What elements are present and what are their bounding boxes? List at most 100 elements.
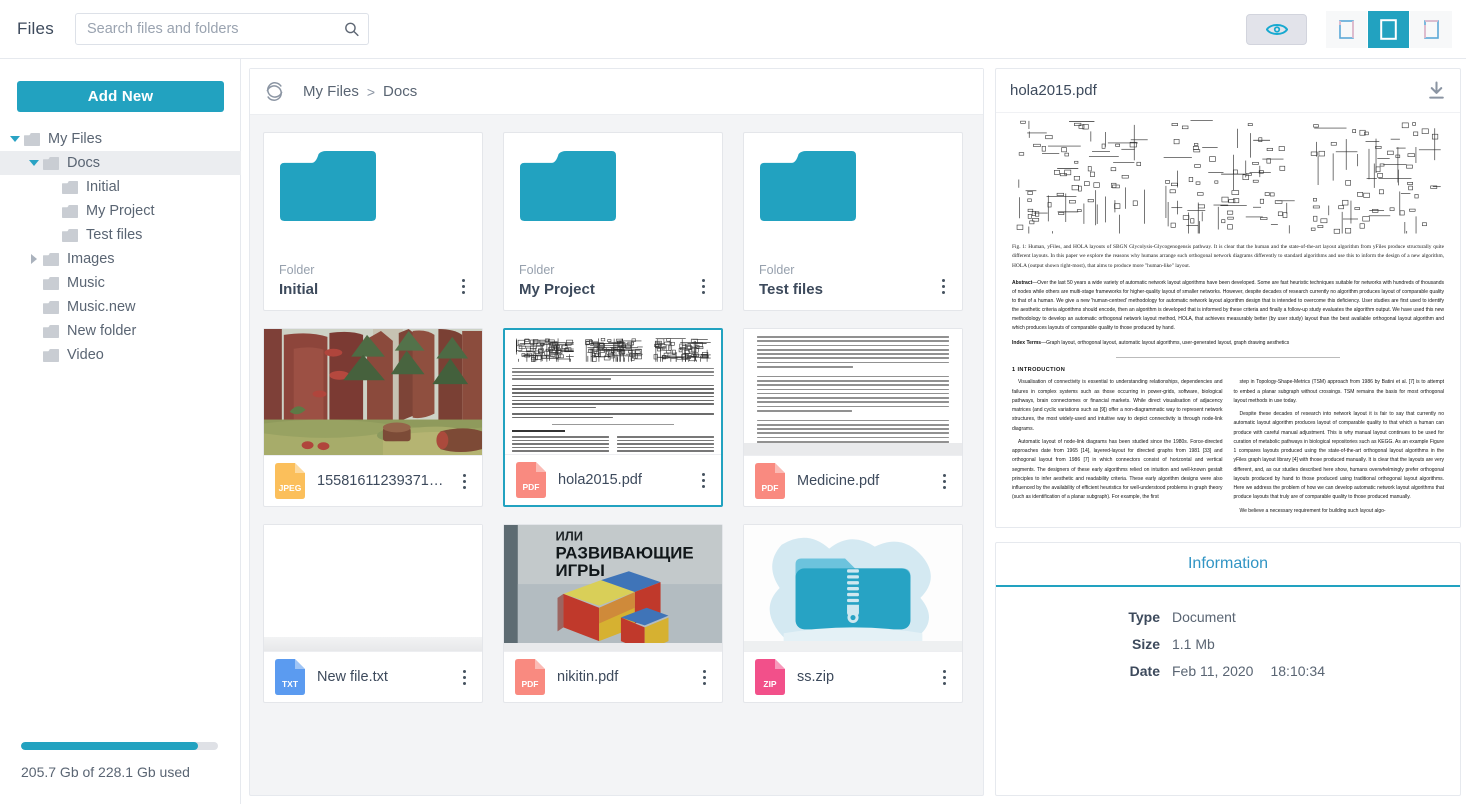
folder-tree: My Files Docs Initial My Project Test files I…	[0, 127, 241, 367]
chevron-down-icon	[10, 136, 20, 142]
information-rows: Type Document Size 1.1 Mb Date Feb 11, 2020 18…	[996, 587, 1460, 679]
information-header: Information	[996, 543, 1460, 587]
sidebar-item-label: Music.new	[67, 299, 136, 315]
file-browser-pane: My Files > Docs Folder Initial Folder My Proj…	[249, 68, 984, 796]
file-name: Medicine.pdf	[797, 473, 924, 489]
preview-file-name: hola2015.pdf	[1010, 82, 1427, 99]
kebab-menu-icon[interactable]	[455, 276, 471, 296]
breadcrumb-item-docs[interactable]: Docs	[383, 83, 417, 100]
search-input[interactable]	[75, 13, 369, 45]
sidebar-item-label: Images	[67, 251, 115, 267]
search-box[interactable]	[75, 13, 369, 45]
file-card[interactable]: ZIP ss.zip	[743, 524, 963, 703]
file-thumbnail	[264, 329, 482, 456]
add-new-button[interactable]: Add New	[17, 81, 224, 112]
folder-meta: Folder Test files	[759, 263, 823, 298]
sidebar-item-video[interactable]: Video	[0, 343, 241, 367]
document-column-left: Visualisation of connectivity is essenti…	[1012, 378, 1223, 520]
file-card[interactable]: TXT New file.txt	[263, 524, 483, 703]
download-icon[interactable]	[1427, 81, 1446, 100]
file-card[interactable]: PDF Medicine.pdf	[743, 328, 963, 507]
file-card[interactable]: ИЛИ РАЗВИВАЮЩИЕ ИГРЫ PDF nikitin.pdf	[503, 524, 723, 703]
eye-icon	[1266, 22, 1288, 37]
folder-kind-label: Folder	[519, 263, 595, 277]
folder-name: Initial	[279, 281, 318, 298]
storage-progress-track	[21, 742, 218, 750]
sidebar-item-music-new[interactable]: Music.new	[0, 295, 241, 319]
view-list-icon	[1339, 20, 1354, 39]
view-mode-group	[1326, 11, 1452, 48]
storage-progress-fill	[21, 742, 198, 750]
svg-text:PDF: PDF	[762, 483, 779, 493]
sidebar-item-label: Music	[67, 275, 105, 291]
kebab-menu-icon[interactable]	[696, 667, 712, 687]
file-card-footer: JPEG 15581611239371…	[264, 456, 482, 506]
forest-illustration	[264, 329, 482, 455]
file-card[interactable]: JPEG 15581611239371…	[263, 328, 483, 507]
folder-icon	[43, 157, 59, 170]
folder-card[interactable]: Folder My Project	[503, 132, 723, 311]
folder-icon	[62, 229, 78, 242]
document-column-right: step in Topology-Shape-Metrics (TSM) app…	[1234, 378, 1445, 520]
tree-expander[interactable]	[25, 254, 43, 264]
sidebar: Add New My Files Docs Initial My Project Tes…	[0, 59, 241, 804]
sidebar-item-images[interactable]: Images	[0, 247, 241, 271]
tree-expander[interactable]	[6, 136, 24, 142]
index-terms: Index Terms—Graph layout, orthogonal lay…	[1012, 339, 1444, 348]
sidebar-item-new-folder[interactable]: New folder	[0, 319, 241, 343]
info-value-secondary: 18:10:34	[1270, 663, 1325, 679]
sidebar-item-test-files[interactable]: Test files	[0, 223, 241, 247]
network-diagram	[1012, 117, 1151, 237]
kebab-menu-icon[interactable]	[935, 276, 951, 296]
folder-icon	[43, 253, 59, 266]
zip-archive-illustration	[744, 525, 962, 651]
folder-card[interactable]: Folder Initial	[263, 132, 483, 311]
network-diagram	[581, 335, 646, 365]
section-heading: 1 INTRODUCTION	[1012, 367, 1444, 373]
sidebar-item-my-project[interactable]: My Project	[0, 199, 241, 223]
file-type-icon-pdf: PDF	[515, 659, 545, 695]
file-card-footer: PDF hola2015.pdf	[505, 455, 721, 505]
folder-kind-label: Folder	[759, 263, 823, 277]
folder-card[interactable]: Folder Test files	[743, 132, 963, 311]
sidebar-item-label: Docs	[67, 155, 100, 171]
network-diagram	[1159, 117, 1298, 237]
sidebar-item-music[interactable]: Music	[0, 271, 241, 295]
view-mode-details-button[interactable]	[1410, 11, 1452, 48]
app-title: Files	[17, 19, 75, 39]
information-title: Information	[1188, 555, 1268, 573]
preview-toggle-button[interactable]	[1246, 14, 1307, 45]
svg-text:PDF: PDF	[522, 679, 539, 689]
sidebar-item-my-files[interactable]: My Files	[0, 127, 241, 151]
folder-meta: Folder My Project	[519, 263, 595, 298]
info-label: Type	[996, 609, 1172, 625]
view-mode-list-button[interactable]	[1326, 11, 1368, 48]
folder-icon	[43, 277, 59, 290]
tree-expander[interactable]	[25, 160, 43, 166]
view-details-icon	[1424, 20, 1439, 39]
sidebar-item-label: My Project	[86, 203, 155, 219]
sidebar-item-docs[interactable]: Docs	[0, 151, 241, 175]
file-name: 15581611239371…	[317, 473, 444, 489]
file-type-icon-jpeg: JPEG	[275, 463, 305, 499]
refresh-icon[interactable]	[265, 82, 284, 101]
kebab-menu-icon[interactable]	[936, 471, 952, 491]
info-row-date: Date Feb 11, 2020 18:10:34	[996, 663, 1460, 679]
breadcrumb-bar: My Files > Docs	[250, 69, 983, 115]
storage-label: 205.7 Gb of 228.1 Gb used	[21, 764, 221, 780]
svg-text:ZIP: ZIP	[763, 679, 777, 689]
view-mode-grid-button[interactable]	[1368, 11, 1410, 48]
kebab-menu-icon[interactable]	[456, 667, 472, 687]
file-type-icon-pdf: PDF	[755, 463, 785, 499]
breadcrumb-separator: >	[367, 84, 375, 100]
kebab-menu-icon[interactable]	[695, 276, 711, 296]
file-card[interactable]: PDF hola2015.pdf	[503, 328, 723, 507]
kebab-menu-icon[interactable]	[936, 667, 952, 687]
kebab-menu-icon[interactable]	[456, 471, 472, 491]
sidebar-item-initial[interactable]: Initial	[0, 175, 241, 199]
file-thumbnail	[744, 525, 962, 652]
svg-text:ИЛИ: ИЛИ	[556, 529, 584, 544]
folder-name: Test files	[759, 281, 823, 298]
kebab-menu-icon[interactable]	[695, 470, 711, 490]
breadcrumb-item-my-files[interactable]: My Files	[303, 83, 359, 100]
